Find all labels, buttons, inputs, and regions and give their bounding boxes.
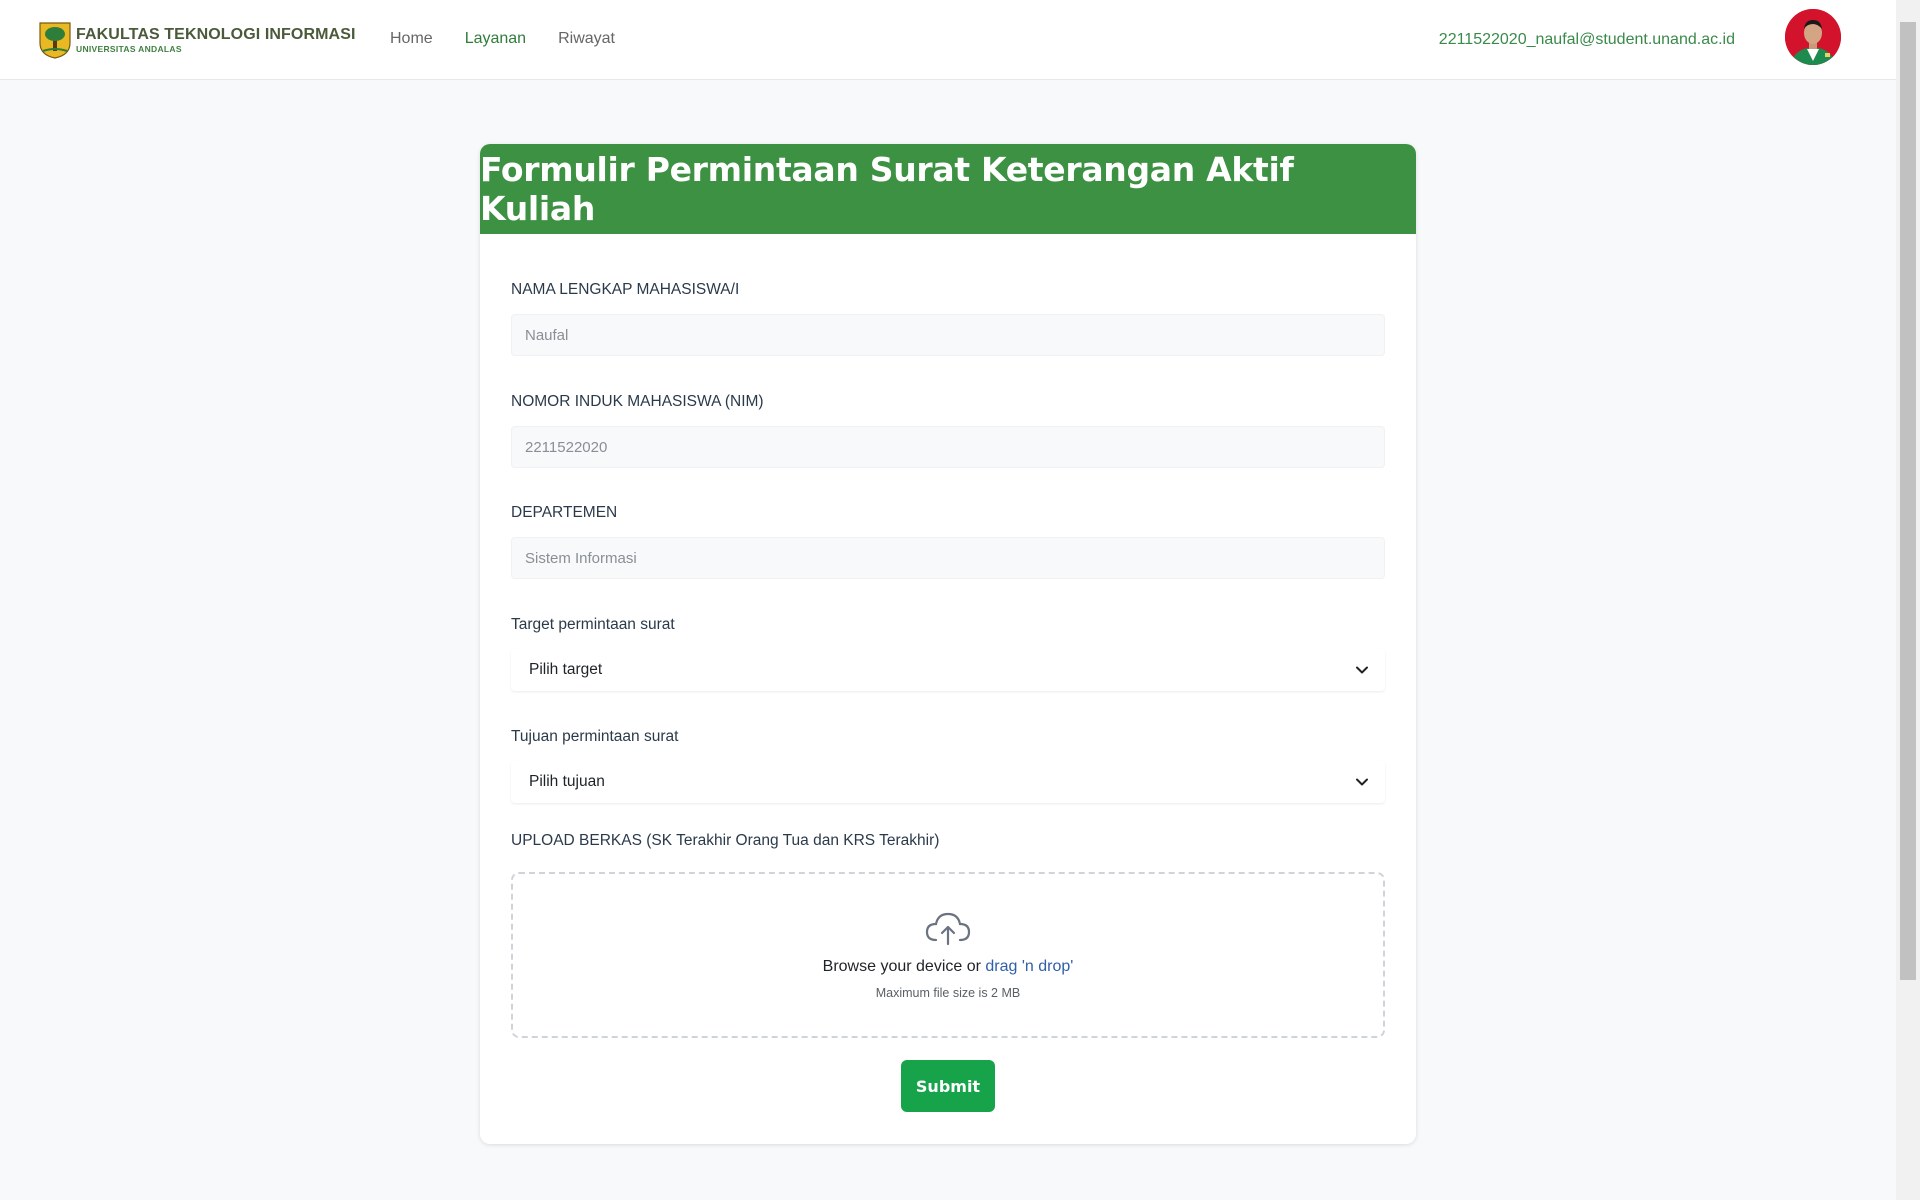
nama-field[interactable]: Naufal	[511, 314, 1385, 356]
navbar: FAKULTAS TEKNOLOGI INFORMASI UNIVERSITAS…	[0, 0, 1896, 80]
cloud-upload-icon	[925, 912, 971, 946]
nim-field[interactable]: 2211522020	[511, 426, 1385, 468]
form-card: Formulir Permintaan Surat Keterangan Akt…	[480, 144, 1416, 1144]
target-select[interactable]: Pilih target	[511, 649, 1385, 691]
upload-dropzone[interactable]: Browse your device or drag 'n drop' Maxi…	[511, 872, 1385, 1038]
nav-riwayat[interactable]: Riwayat	[558, 30, 615, 48]
tujuan-selected-value: Pilih tujuan	[529, 773, 605, 790]
chevron-down-icon	[1356, 778, 1368, 786]
tujuan-label: Tujuan permintaan surat	[511, 728, 679, 745]
nav-home[interactable]: Home	[390, 30, 433, 48]
brand[interactable]: FAKULTAS TEKNOLOGI INFORMASI UNIVERSITAS…	[38, 20, 356, 60]
upload-text-prefix: Browse your device or	[822, 958, 986, 975]
upload-hint: Maximum file size is 2 MB	[875, 986, 1021, 1000]
user-email[interactable]: 2211522020_naufal@student.unand.ac.id	[1439, 31, 1735, 49]
upload-link[interactable]: drag 'n drop'	[985, 958, 1073, 975]
user-avatar[interactable]	[1785, 9, 1841, 65]
tujuan-select[interactable]: Pilih tujuan	[511, 761, 1385, 803]
form-header: Formulir Permintaan Surat Keterangan Akt…	[480, 144, 1416, 234]
nama-label: NAMA LENGKAP MAHASISWA/I	[511, 281, 740, 298]
target-selected-value: Pilih target	[529, 661, 603, 678]
departemen-field[interactable]: Sistem Informasi	[511, 537, 1385, 579]
brand-title: FAKULTAS TEKNOLOGI INFORMASI	[76, 25, 356, 43]
nim-label: NOMOR INDUK MAHASISWA (NIM)	[511, 393, 764, 410]
form-title: Formulir Permintaan Surat Keterangan Akt…	[480, 150, 1294, 228]
chevron-down-icon	[1356, 666, 1368, 674]
upload-label: UPLOAD BERKAS (SK Terakhir Orang Tua dan…	[511, 832, 940, 849]
brand-subtitle: UNIVERSITAS ANDALAS	[76, 43, 182, 54]
scrollbar-thumb[interactable]	[1900, 22, 1916, 980]
submit-button[interactable]: Submit	[901, 1060, 995, 1112]
nav-layanan[interactable]: Layanan	[465, 30, 526, 48]
university-logo-icon	[39, 22, 71, 59]
nav-links: Home Layanan Riwayat	[390, 30, 615, 48]
avatar-image-icon	[1785, 9, 1841, 65]
target-label: Target permintaan surat	[511, 616, 675, 633]
upload-instruction: Browse your device or drag 'n drop'	[823, 958, 1074, 976]
departemen-label: DEPARTEMEN	[511, 504, 618, 521]
